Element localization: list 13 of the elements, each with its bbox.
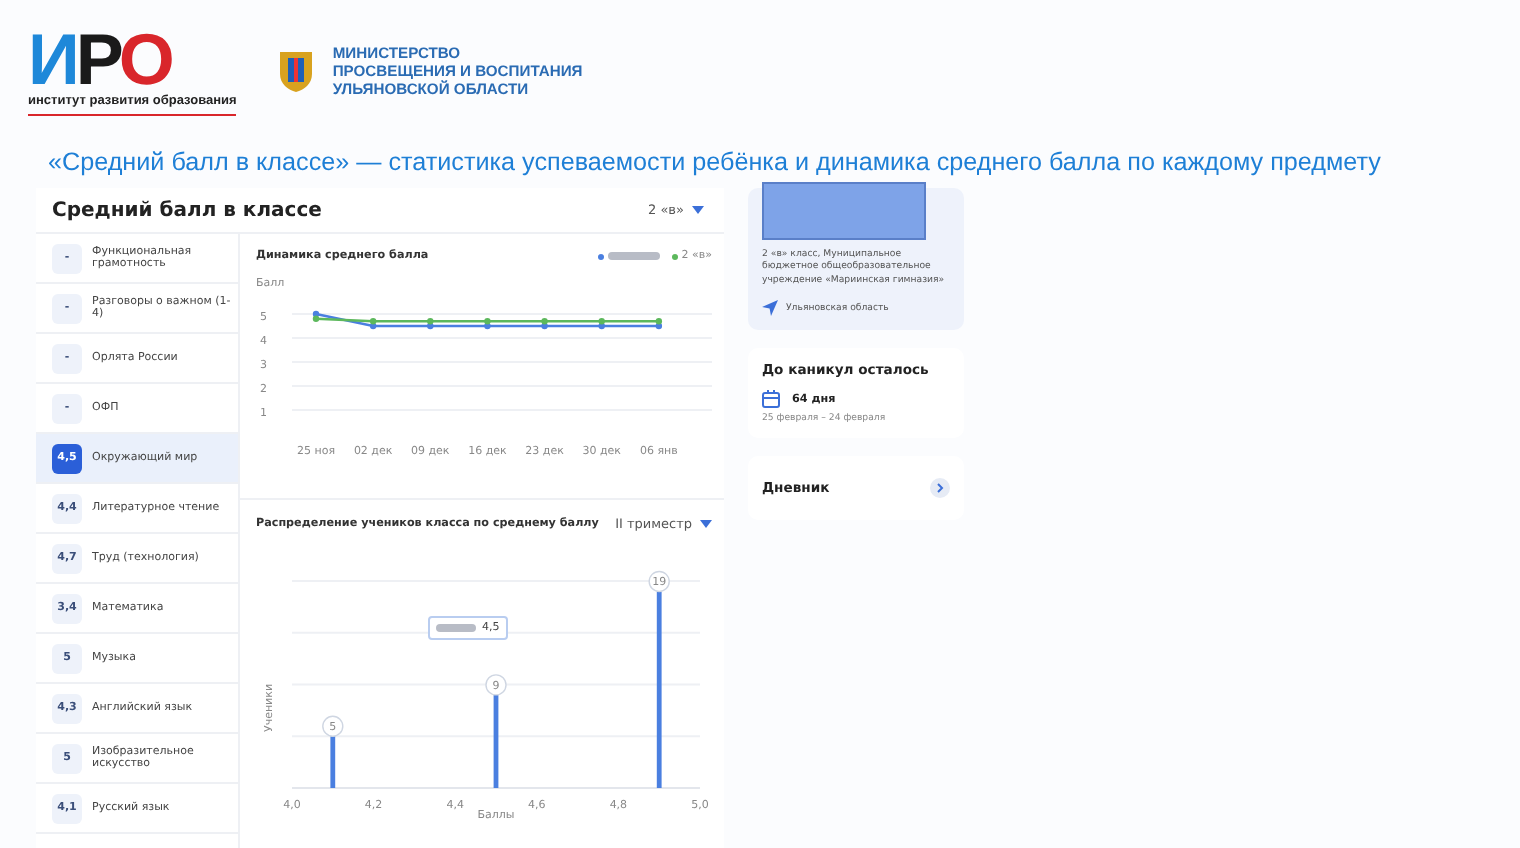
bar — [330, 736, 336, 788]
bar — [493, 694, 499, 788]
location-arrow-icon — [762, 300, 778, 317]
caret-icon — [700, 520, 712, 528]
coat-of-arms-icon — [276, 46, 317, 94]
slide-title: «Средний балл в классе» — статистика успеваемости ребёнка и динамика среднего балла по каждому предмету — [46, 146, 1383, 180]
redacted-name — [436, 624, 476, 632]
logo-wordmark: ИРО — [28, 25, 171, 93]
caret-icon — [692, 206, 704, 214]
chevron-right-icon — [930, 478, 950, 499]
panel-title: Средний балл в классе — [52, 199, 322, 221]
redacted-name — [607, 252, 660, 260]
calendar-icon — [762, 390, 780, 409]
